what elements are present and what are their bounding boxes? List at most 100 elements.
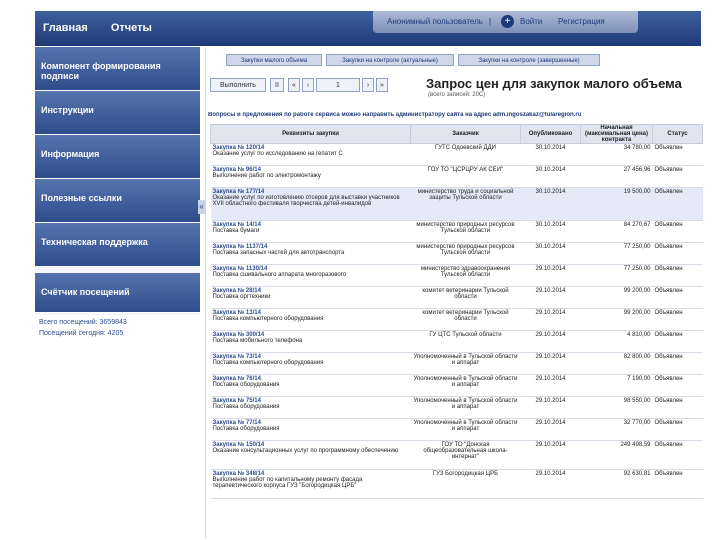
table-row[interactable]: Закупка № 77/14 Поставка оборудования Упол… xyxy=(210,418,703,441)
price-cell: 7 190,00 xyxy=(580,374,653,397)
user-name: Анонимный пользователь xyxy=(387,17,483,26)
published-cell: 29.10.2014 xyxy=(520,469,581,499)
pause-icon[interactable]: II xyxy=(270,78,284,92)
table-row[interactable]: Закупка № 76/14 Поставка оборудования Упол… xyxy=(210,374,703,397)
purchase-description: Выполнение работ по капитальному ремонту… xyxy=(212,477,363,489)
customer-cell: министерство труда и социальной защиты Т… xyxy=(410,187,521,221)
table-row[interactable]: Закупка № 1130/14 Поставка сшивального ап… xyxy=(210,264,703,287)
published-cell: 30.10.2014 xyxy=(520,143,581,166)
customer-cell: министерство здравоохранения Тульской об… xyxy=(410,264,521,287)
top-nav: Главная Отчеты xyxy=(43,22,172,34)
sidebar-item-signature[interactable]: Компонент формирования подписи xyxy=(35,47,200,91)
record-count: (всего записей: 20С) xyxy=(428,92,486,98)
purchase-description: Поставка оборудования xyxy=(212,382,280,388)
table-row[interactable]: Закупка № 150/14 Оказание консультационны… xyxy=(210,440,703,470)
tab-control-finished[interactable]: Закупки на контроле (завершенные) xyxy=(458,54,600,66)
price-cell: 84 270,67 xyxy=(580,220,653,243)
customer-cell: ГУТС Одоевский ДДИ xyxy=(410,143,521,166)
tab-small-purchases[interactable]: Закупки малого объема xyxy=(226,54,322,66)
sidebar-item-useful-links[interactable]: Полезные ссылки xyxy=(35,179,200,223)
purchase-description: Поставка компьютерного оборудования xyxy=(212,316,324,322)
sidebar-item-instructions[interactable]: Инструкции xyxy=(35,91,200,135)
table-row[interactable]: Закупка № 13/14 Поставка компьютерного об… xyxy=(210,308,703,331)
price-cell: 19 500,00 xyxy=(580,187,653,221)
customer-cell: министерство природных ресурсов Тульской… xyxy=(410,220,521,243)
purchase-description: Оказание консультационных услуг по прогр… xyxy=(212,448,399,454)
status-cell: Объявлен xyxy=(652,418,703,441)
price-cell: 77 250,00 xyxy=(580,264,653,287)
price-cell: 27 456,96 xyxy=(580,165,653,188)
table-row[interactable]: Закупка № 96/14 Выполнение работ по элект… xyxy=(210,165,703,188)
next-page-icon[interactable]: › xyxy=(362,78,374,92)
tab-control-active[interactable]: Закупки на контроле (актуальные) xyxy=(326,54,454,66)
status-cell: Объявлен xyxy=(652,264,703,287)
status-cell: Объявлен xyxy=(652,374,703,397)
nav-home-link[interactable]: Главная xyxy=(43,22,88,34)
prev-page-icon[interactable]: ‹ xyxy=(302,78,314,92)
status-cell: Объявлен xyxy=(652,143,703,166)
table-row[interactable]: Закупка № 120/14 Оказание услуг по исслед… xyxy=(210,143,703,166)
collapse-sidebar-button[interactable]: « xyxy=(198,200,205,214)
status-cell: Объявлен xyxy=(652,220,703,243)
customer-cell: Уполномоченный в Тульской области и аппа… xyxy=(410,418,521,441)
published-cell: 30.10.2014 xyxy=(520,187,581,221)
column-header-customer[interactable]: Заказчик xyxy=(410,124,521,144)
purchase-description: Поставка оргтехники xyxy=(212,294,271,300)
price-cell: 99 200,00 xyxy=(580,286,653,309)
sidebar-item-visit-counter: Счётчик посещений xyxy=(35,273,200,313)
page-number-input[interactable]: 1 xyxy=(316,78,360,92)
published-cell: 29.10.2014 xyxy=(520,396,581,419)
table-row[interactable]: Закупка № 28/14 Поставка оргтехники комите… xyxy=(210,286,703,309)
purchase-description: Поставка запасных частей для автотранспо… xyxy=(212,250,345,256)
published-cell: 30.10.2014 xyxy=(520,165,581,188)
table-row[interactable]: Закупка № 1137/14 Поставка запасных часте… xyxy=(210,242,703,265)
first-page-icon[interactable]: « xyxy=(288,78,300,92)
page-frame: Главная Отчеты Анонимный пользователь | … xyxy=(0,0,720,540)
published-cell: 29.10.2014 xyxy=(520,440,581,470)
customer-cell: комитет ветеринарии Тульской области xyxy=(410,308,521,331)
column-header-published[interactable]: Опубликовано xyxy=(520,124,581,144)
table-row[interactable]: Закупка № 348/14 Выполнение работ по капи… xyxy=(210,469,703,499)
column-header-status[interactable]: Статус xyxy=(652,124,703,144)
purchase-description: Поставка бумаги xyxy=(212,228,260,234)
table-row[interactable]: Закупка № 14/14 Поставка бумаги министерст… xyxy=(210,220,703,243)
sidebar-item-information[interactable]: Информация xyxy=(35,135,200,179)
published-cell: 29.10.2014 xyxy=(520,330,581,353)
visit-counter: Всего посещений: 3659843 Посещений сегод… xyxy=(35,315,200,373)
sidebar-item-tech-support[interactable]: Техническая поддержка xyxy=(35,223,200,267)
status-cell: Объявлен xyxy=(652,440,703,470)
status-cell: Объявлен xyxy=(652,396,703,419)
price-cell: 4 810,00 xyxy=(580,330,653,353)
table-row[interactable]: Закупка № 300/14 Поставка мобильного теле… xyxy=(210,330,703,353)
table-row[interactable]: Закупка № 75/14 Поставка оборудования Упол… xyxy=(210,396,703,419)
status-cell: Объявлен xyxy=(652,165,703,188)
top-navigation-bar: Главная Отчеты Анонимный пользователь | … xyxy=(35,11,701,46)
purchase-description: Поставка оборудования xyxy=(212,426,280,432)
status-cell: Объявлен xyxy=(652,308,703,331)
register-link[interactable]: Регистрация xyxy=(558,11,605,33)
customer-cell: ГУЗ Богородицкая ЦРБ xyxy=(410,469,521,499)
column-header-details[interactable]: Реквизиты закупки xyxy=(210,124,411,144)
published-cell: 29.10.2014 xyxy=(520,352,581,375)
table-header-row: Реквизиты закупки Заказчик Опубликовано … xyxy=(210,124,703,144)
customer-cell: ГОУ ТО "ЦСРЦРУ АК СЕЙ" xyxy=(410,165,521,188)
status-cell: Объявлен xyxy=(652,286,703,309)
status-cell: Объявлен xyxy=(652,242,703,265)
table-row[interactable]: Закупка № 73/14 Поставка компьютерного об… xyxy=(210,352,703,375)
customer-cell: министерство природных ресурсов Тульской… xyxy=(410,242,521,265)
nav-reports-link[interactable]: Отчеты xyxy=(111,22,152,34)
user-panel: Анонимный пользователь | + Войти Регистр… xyxy=(373,11,638,33)
admin-notice: Вопросы и предложения по работе сервиса … xyxy=(208,112,582,118)
price-cell: 99 200,00 xyxy=(580,308,653,331)
login-link[interactable]: Войти xyxy=(520,11,542,33)
status-cell: Объявлен xyxy=(652,352,703,375)
last-page-icon[interactable]: » xyxy=(376,78,388,92)
status-cell: Объявлен xyxy=(652,187,703,221)
published-cell: 29.10.2014 xyxy=(520,286,581,309)
execute-button[interactable]: Выполнить xyxy=(210,78,266,92)
purchase-description: Оказание услуг по исследованию на гепати… xyxy=(212,151,343,157)
published-cell: 29.10.2014 xyxy=(520,264,581,287)
sidebar: Компонент формирования подписи Инструкци… xyxy=(35,47,200,373)
column-header-price[interactable]: Начальная (максимальная цена) контракта xyxy=(580,124,653,144)
table-row-selected[interactable]: Закупка № 177/14 Оказание услуг по изгото… xyxy=(210,187,703,221)
